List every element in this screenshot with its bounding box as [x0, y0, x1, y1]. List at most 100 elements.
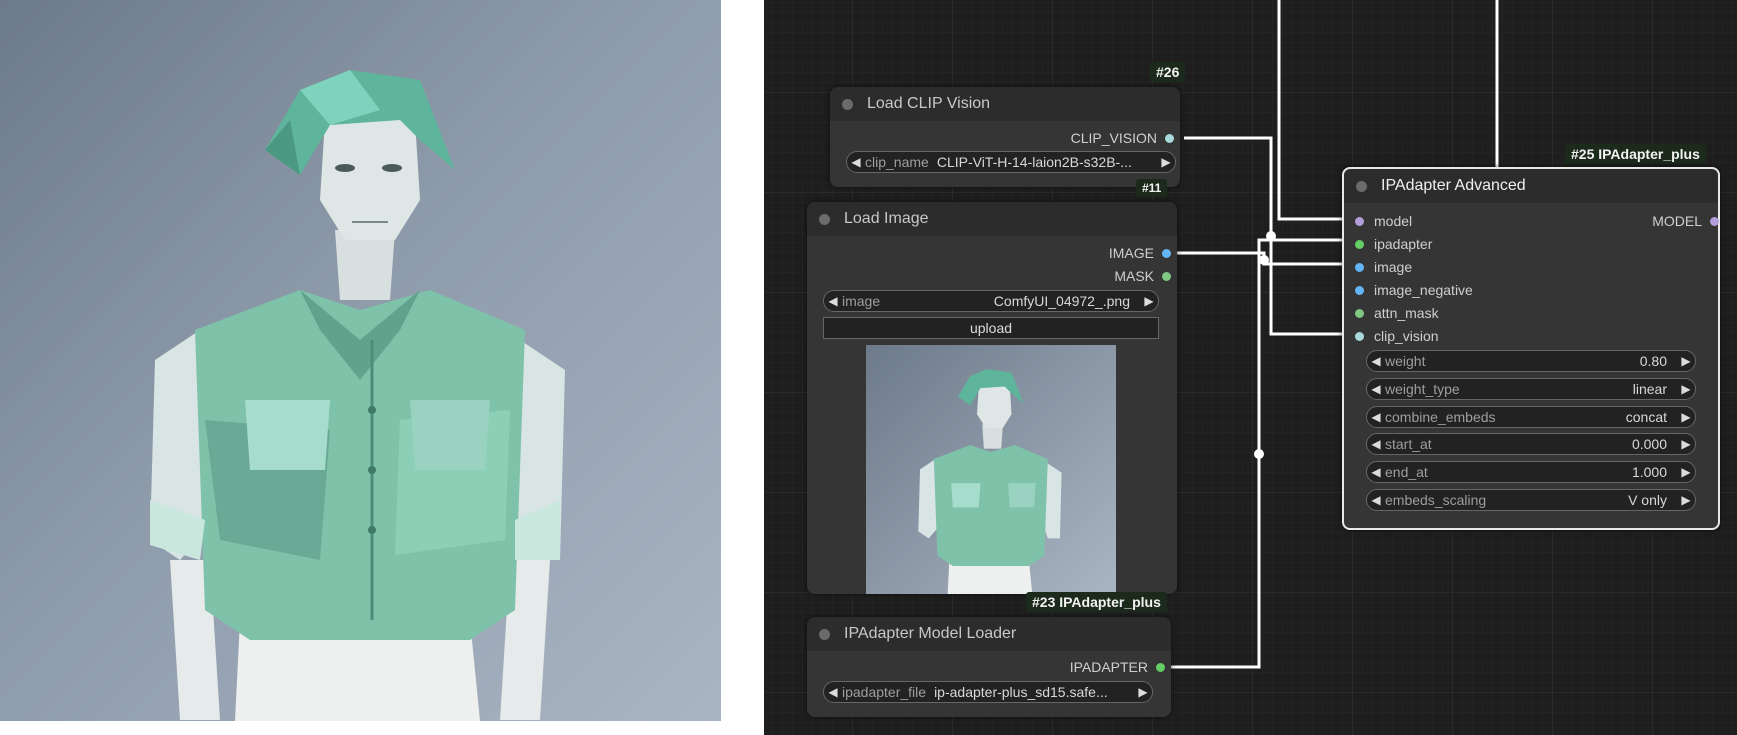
- output-slot-mask[interactable]: MASK: [1114, 266, 1171, 286]
- slot-dot-icon[interactable]: [1162, 248, 1171, 258]
- widget-label: end_at: [1385, 464, 1428, 480]
- slot-dot-icon[interactable]: [1355, 216, 1364, 226]
- collapse-dot-icon[interactable]: [842, 98, 853, 110]
- node-title: Load CLIP Vision: [867, 95, 991, 112]
- slot-label: ipadapter: [1374, 236, 1433, 252]
- slot-dot-icon[interactable]: [1355, 308, 1364, 318]
- output-slot-ipadapter[interactable]: IPADAPTER: [1070, 657, 1165, 677]
- output-slot-image[interactable]: IMAGE: [1109, 243, 1171, 263]
- output-slot-model[interactable]: MODEL: [1652, 211, 1719, 231]
- input-slot-image[interactable]: image: [1355, 257, 1412, 277]
- slot-label: attn_mask: [1374, 305, 1439, 321]
- slot-dot-icon[interactable]: [1355, 331, 1364, 341]
- slot-dot-icon[interactable]: [1710, 216, 1719, 226]
- load-image-node[interactable]: Load Image IMAGE MASK ◀ image ComfyUI_04…: [807, 202, 1177, 594]
- triangle-left-icon[interactable]: ◀: [1367, 493, 1385, 507]
- triangle-left-icon[interactable]: ◀: [847, 155, 865, 169]
- slot-label: CLIP_VISION: [1070, 130, 1157, 146]
- end-at-slider[interactable]: ◀ end_at 1.000 ▶: [1366, 461, 1696, 483]
- widget-value: 1.000: [1631, 464, 1667, 480]
- node-graph-canvas[interactable]: #26 Load CLIP Vision CLIP_VISION ◀ clip_…: [764, 0, 1737, 735]
- triangle-right-icon[interactable]: ▶: [1134, 685, 1152, 699]
- collapse-dot-icon[interactable]: [819, 628, 830, 640]
- widget-value: ComfyUI_04972_.png: [993, 293, 1130, 309]
- input-slot-ipadapter[interactable]: ipadapter: [1355, 234, 1432, 254]
- collapse-dot-icon[interactable]: [1356, 180, 1367, 192]
- embeds-scaling-combo[interactable]: ◀ embeds_scaling V only ▶: [1366, 489, 1696, 511]
- input-slot-image-negative[interactable]: image_negative: [1355, 280, 1473, 300]
- widget-label: weight_type: [1385, 381, 1460, 397]
- triangle-left-icon[interactable]: ◀: [1367, 382, 1385, 396]
- widget-value: ip-adapter-plus_sd15.safe...: [934, 684, 1108, 700]
- triangle-right-icon[interactable]: ▶: [1677, 493, 1695, 507]
- slot-dot-icon[interactable]: [1355, 239, 1364, 249]
- upload-button[interactable]: upload: [823, 317, 1159, 339]
- slot-label: clip_vision: [1374, 328, 1439, 344]
- output-slot-clip-vision[interactable]: CLIP_VISION: [1071, 128, 1174, 148]
- widget-value: V only: [1628, 492, 1667, 508]
- input-slot-model[interactable]: model: [1355, 211, 1412, 231]
- slot-label: IMAGE: [1108, 245, 1154, 261]
- triangle-right-icon[interactable]: ▶: [1157, 155, 1175, 169]
- widget-label: embeds_scaling: [1385, 492, 1487, 508]
- weight-type-combo[interactable]: ◀ weight_type linear ▶: [1366, 378, 1696, 400]
- node-badge: #11: [1136, 179, 1168, 197]
- widget-label: ipadapter_file: [842, 684, 927, 700]
- triangle-left-icon[interactable]: ◀: [1367, 410, 1385, 424]
- input-slot-attn-mask[interactable]: attn_mask: [1355, 303, 1439, 323]
- ipadapter-file-combo[interactable]: ◀ ipadapter_file ip-adapter-plus_sd15.sa…: [823, 681, 1153, 703]
- ipadapter-advanced-node[interactable]: IPAdapter Advanced MODEL model ipadapter…: [1342, 167, 1720, 530]
- widget-label: combine_embeds: [1385, 409, 1496, 425]
- clip-name-combo[interactable]: ◀ clip_name CLIP-ViT-H-14-laion2B-s32B-.…: [846, 151, 1176, 173]
- triangle-left-icon[interactable]: ◀: [1367, 437, 1385, 451]
- triangle-right-icon[interactable]: ▶: [1677, 354, 1695, 368]
- slot-label: IPADAPTER: [1069, 659, 1148, 675]
- triangle-right-icon[interactable]: ▶: [1140, 294, 1158, 308]
- node-title: Load Image: [844, 210, 929, 227]
- widget-value: concat: [1625, 409, 1667, 425]
- slot-label: MODEL: [1652, 213, 1702, 229]
- slot-label: image_negative: [1374, 282, 1473, 298]
- node-header[interactable]: IPAdapter Model Loader: [807, 617, 1171, 651]
- collapse-dot-icon[interactable]: [819, 213, 830, 225]
- slot-dot-icon[interactable]: [1165, 133, 1174, 143]
- triangle-right-icon[interactable]: ▶: [1677, 465, 1695, 479]
- node-badge: #23 IPAdapter_plus: [1026, 592, 1167, 612]
- triangle-left-icon[interactable]: ◀: [824, 294, 842, 308]
- widget-label: weight: [1385, 353, 1426, 369]
- widget-value: 0.000: [1631, 436, 1667, 452]
- triangle-left-icon[interactable]: ◀: [1367, 354, 1385, 368]
- ipadapter-model-loader-node[interactable]: IPAdapter Model Loader IPADAPTER ◀ ipada…: [807, 617, 1171, 717]
- widget-value: linear: [1632, 381, 1667, 397]
- node-header[interactable]: Load Image: [807, 202, 1177, 236]
- input-slot-clip-vision[interactable]: clip_vision: [1355, 326, 1439, 346]
- slot-label: MASK: [1114, 268, 1154, 284]
- widget-value: 0.80: [1639, 353, 1667, 369]
- node-header[interactable]: IPAdapter Advanced: [1344, 169, 1718, 203]
- triangle-left-icon[interactable]: ◀: [1367, 465, 1385, 479]
- start-at-slider[interactable]: ◀ start_at 0.000 ▶: [1366, 433, 1696, 455]
- slot-dot-icon[interactable]: [1156, 662, 1165, 672]
- triangle-right-icon[interactable]: ▶: [1677, 382, 1695, 396]
- generated-image: [0, 0, 721, 721]
- load-clip-vision-node[interactable]: Load CLIP Vision CLIP_VISION ◀ clip_name…: [830, 87, 1180, 187]
- slot-label: image: [1374, 259, 1413, 275]
- weight-slider[interactable]: ◀ weight 0.80 ▶: [1366, 350, 1696, 372]
- node-badge: #26: [1150, 62, 1186, 82]
- node-badge: #25 IPAdapter_plus: [1565, 144, 1706, 164]
- slot-label: model: [1374, 213, 1413, 229]
- combine-embeds-combo[interactable]: ◀ combine_embeds concat ▶: [1366, 406, 1696, 428]
- triangle-right-icon[interactable]: ▶: [1677, 437, 1695, 451]
- node-title: IPAdapter Advanced: [1381, 177, 1526, 194]
- node-title: IPAdapter Model Loader: [844, 625, 1017, 642]
- triangle-right-icon[interactable]: ▶: [1677, 410, 1695, 424]
- widget-label: clip_name: [865, 154, 929, 170]
- triangle-left-icon[interactable]: ◀: [824, 685, 842, 699]
- node-header[interactable]: Load CLIP Vision: [830, 87, 1180, 121]
- slot-dot-icon[interactable]: [1355, 262, 1364, 272]
- widget-label: start_at: [1385, 436, 1432, 452]
- slot-dot-icon[interactable]: [1355, 285, 1364, 295]
- slot-dot-icon[interactable]: [1162, 271, 1171, 281]
- image-combo[interactable]: ◀ image ComfyUI_04972_.png ▶: [823, 290, 1159, 312]
- widget-label: image: [842, 293, 881, 309]
